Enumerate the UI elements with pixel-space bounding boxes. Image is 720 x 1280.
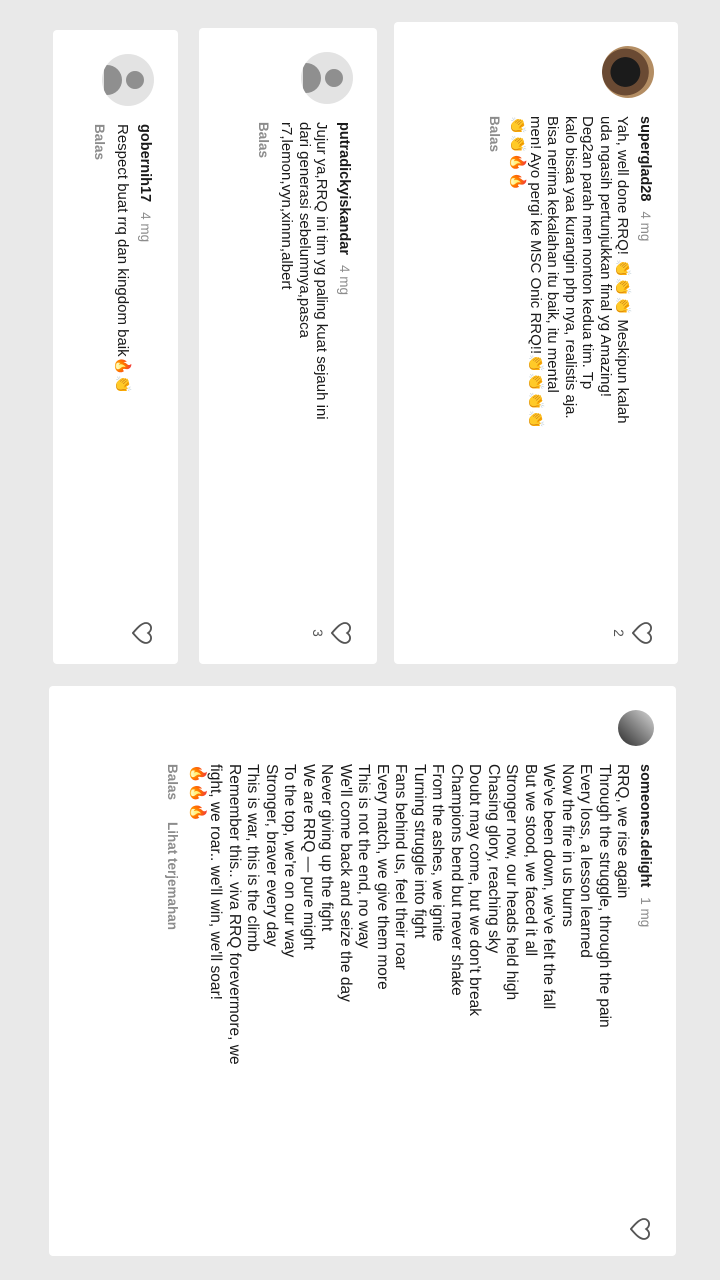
like-button[interactable]: 3 xyxy=(310,622,351,644)
reply-button[interactable]: Balas xyxy=(255,122,273,158)
like-button[interactable]: 2 xyxy=(611,622,652,644)
avatar[interactable] xyxy=(102,54,154,106)
comment-time: 4 mg xyxy=(337,264,352,295)
avatar[interactable] xyxy=(602,46,654,98)
comment-username[interactable]: gobernih17 xyxy=(136,124,153,202)
like-button[interactable] xyxy=(630,1218,650,1240)
comment-username[interactable]: superglad28 xyxy=(636,116,653,201)
like-button[interactable] xyxy=(126,622,152,644)
comment-card: superglad28 4 mg Yah, well done RRQ! 👏👏👏… xyxy=(394,22,678,664)
heart-icon xyxy=(331,622,351,644)
reply-button[interactable]: Balas xyxy=(163,764,182,800)
reply-button[interactable]: Balas xyxy=(91,124,109,160)
comment-username[interactable]: putradickyiskandar xyxy=(335,122,352,255)
comment-text: Jujur ya,RRQ ini tim yg paling kuat seja… xyxy=(278,122,331,420)
avatar[interactable] xyxy=(301,52,353,104)
like-count: 2 xyxy=(611,629,626,637)
comment-text: Yah, well done RRQ! 👏👏👏 Meskipun kalah u… xyxy=(509,116,632,429)
reply-button[interactable]: Balas xyxy=(486,116,504,152)
comment-username[interactable]: someones.delight xyxy=(636,764,655,887)
comment-time: 4 mg xyxy=(638,211,653,242)
heart-icon xyxy=(630,1218,650,1240)
avatar[interactable] xyxy=(618,710,654,746)
comment-time: 1 mg xyxy=(638,897,653,928)
comment-time: 4 mg xyxy=(138,212,153,243)
comment-text: RRQ, we rise again Through the struggle,… xyxy=(189,764,632,1065)
heart-icon xyxy=(632,622,652,644)
like-count: 3 xyxy=(310,629,325,637)
comment-card: putradickyiskandar 4 mg Jujur ya,RRQ ini… xyxy=(199,28,377,664)
heart-icon xyxy=(132,622,152,644)
see-translation-button[interactable]: Lihat terjemahan xyxy=(163,822,182,930)
comment-card: someones.delight 1 mg RRQ, we rise again… xyxy=(49,686,676,1256)
comment-card: gobernih17 4 mg Respect buat rrq dan kin… xyxy=(53,30,178,664)
comment-text: Respect buat rrq dan kingdom baik🔥👏 xyxy=(114,124,132,394)
